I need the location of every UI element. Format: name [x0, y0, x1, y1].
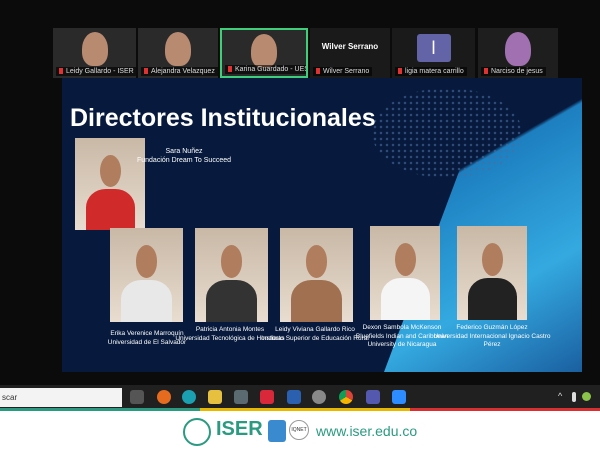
person-name: Federico Guzmán López — [456, 324, 528, 331]
iser-logo-icon — [183, 418, 211, 446]
chevron-up-icon[interactable]: ^ — [558, 391, 562, 401]
participant-tile[interactable]: Alejandra Velazquez — [138, 28, 218, 78]
video-feed — [81, 32, 108, 66]
person-photo — [195, 228, 268, 322]
word-icon[interactable] — [287, 390, 301, 404]
teams-icon[interactable] — [366, 390, 380, 404]
slide-dots-decoration — [372, 88, 522, 178]
edge-icon[interactable] — [182, 390, 196, 404]
video-feed — [251, 34, 277, 68]
participant-tile[interactable]: l ligia matera carrillo — [392, 28, 475, 78]
taskbar-search-input[interactable]: scar — [0, 388, 122, 407]
person-org: Fundación Dream To Succeed — [136, 156, 232, 164]
tray-app-icon[interactable] — [582, 392, 591, 401]
participant-tile-active[interactable]: Karina Guardado - UES — [220, 28, 308, 78]
participant-tile[interactable]: Leidy Gallardo - ISER — [53, 28, 136, 78]
person-photo — [457, 226, 527, 320]
featured-caption: Sara Nuñez Fundación Dream To Succeed — [124, 148, 244, 165]
wps-office-icon[interactable] — [260, 390, 274, 404]
participant-name: Narciso de jesus — [481, 67, 546, 76]
person-photo — [110, 228, 183, 322]
certification-badge-icon — [268, 420, 286, 442]
brand-name: ISER — [216, 418, 263, 440]
avatar: l — [416, 34, 451, 62]
zoom-icon[interactable] — [392, 390, 406, 404]
microphone-icon[interactable] — [572, 392, 576, 402]
calculator-icon[interactable] — [234, 390, 248, 404]
person-caption: Federico Guzmán López Universidad Interna… — [432, 324, 552, 350]
participant-name: ligia matera carrillo — [395, 67, 467, 76]
participant-name: Wilver Serrano — [313, 67, 373, 76]
iqnet-badge: IQNET — [289, 420, 309, 440]
chrome-icon[interactable] — [339, 390, 353, 404]
video-feed — [505, 32, 531, 66]
participant-name: Leidy Gallardo - ISER — [56, 67, 136, 76]
participant-tile[interactable]: Wilver Serrano Wilver Serrano — [310, 28, 390, 78]
participant-name: Alejandra Velazquez — [141, 67, 218, 76]
firefox-icon[interactable] — [157, 390, 171, 404]
inkscape-icon[interactable] — [312, 390, 326, 404]
task-view-icon[interactable] — [130, 390, 144, 404]
slide-title: Directores Institucionales — [70, 104, 376, 132]
shared-slide: Directores Institucionales Sara Nuñez Fun… — [62, 78, 582, 372]
participant-name: Karina Guardado - UES — [225, 65, 306, 74]
person-photo — [280, 228, 353, 322]
website-link[interactable]: www.iser.edu.co — [316, 423, 417, 439]
footer-banner: ISER IQNET www.iser.edu.co — [0, 411, 600, 450]
taskbar: scar ^ — [0, 385, 600, 410]
file-explorer-icon[interactable] — [208, 390, 222, 404]
video-feed — [165, 32, 191, 66]
person-org: Universidad Internacional Ignacio Castro… — [433, 332, 551, 349]
participant-tile[interactable]: Narciso de jesus — [478, 28, 558, 78]
person-photo — [370, 226, 440, 320]
participant-display-name: Wilver Serrano — [321, 42, 379, 51]
person-name: Sara Nuñez — [165, 148, 203, 155]
